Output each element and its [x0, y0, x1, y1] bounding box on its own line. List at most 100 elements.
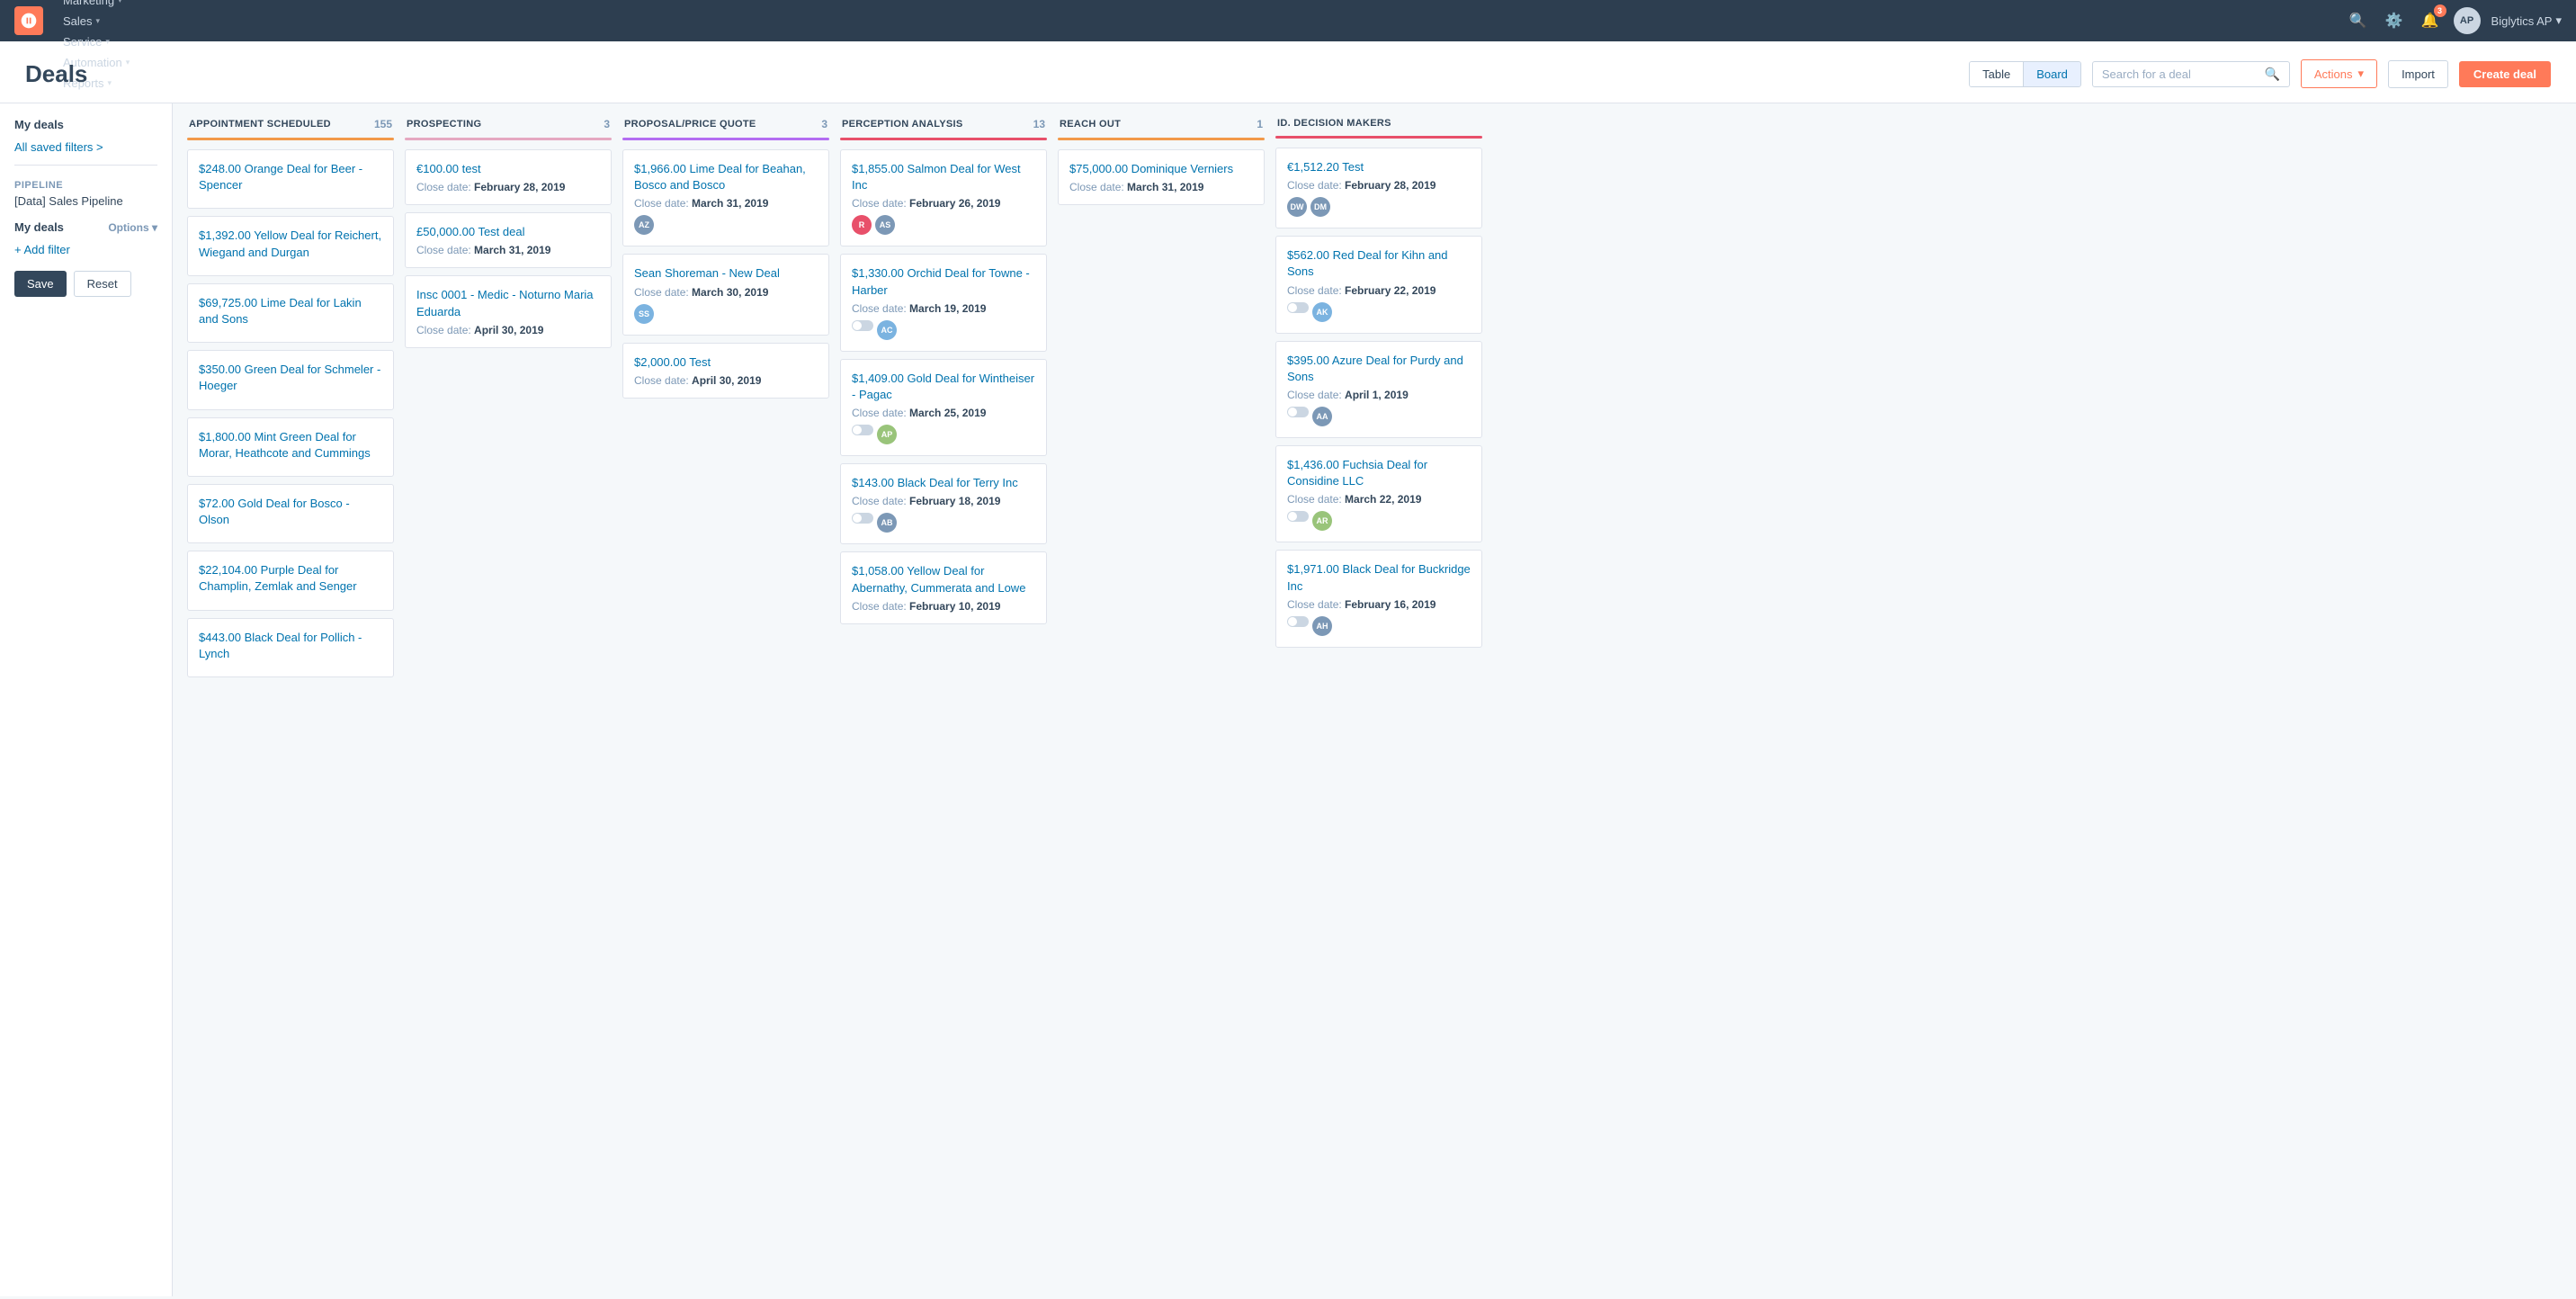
nav-item-sales[interactable]: Sales▾ [54, 11, 155, 31]
deal-name[interactable]: $562.00 Red Deal for Kihn and Sons [1287, 247, 1471, 280]
board-col-appointment-scheduled: APPOINTMENT SCHEDULED 155 $248.00 Orange… [187, 118, 394, 1282]
col-bar [187, 138, 394, 140]
deal-card[interactable]: $75,000.00 Dominique VerniersClose date:… [1058, 149, 1265, 205]
settings-nav-button[interactable]: ⚙️ [2382, 8, 2407, 33]
create-deal-button[interactable]: Create deal [2459, 61, 2551, 87]
deal-name[interactable]: $69,725.00 Lime Deal for Lakin and Sons [199, 295, 382, 327]
deal-name[interactable]: $1,800.00 Mint Green Deal for Morar, Hea… [199, 429, 382, 461]
board-col-id-decision-makers: ID. DECISION MAKERS €1,512.20 TestClose … [1275, 118, 1482, 1282]
deal-avatar: AC [877, 320, 897, 340]
actions-button[interactable]: Actions ▾ [2301, 59, 2377, 88]
deal-card[interactable]: £50,000.00 Test dealClose date: March 31… [405, 212, 612, 268]
sidebar-save-button[interactable]: Save [14, 271, 67, 297]
col-title: PROPOSAL/PRICE QUOTE [624, 119, 756, 130]
search-deal-input[interactable] [2102, 67, 2258, 81]
deal-card[interactable]: $1,855.00 Salmon Deal for West IncClose … [840, 149, 1047, 246]
deal-card[interactable]: $143.00 Black Deal for Terry IncClose da… [840, 463, 1047, 544]
search-nav-button[interactable]: 🔍 [2346, 8, 2371, 33]
board-area: APPOINTMENT SCHEDULED 155 $248.00 Orange… [173, 103, 2576, 1296]
deal-name[interactable]: $143.00 Black Deal for Terry Inc [852, 475, 1035, 491]
deal-name[interactable]: $443.00 Black Deal for Pollich - Lynch [199, 630, 382, 662]
col-count: 13 [1033, 118, 1045, 130]
user-avatar[interactable]: AP [2454, 7, 2481, 34]
deal-card[interactable]: €1,512.20 TestClose date: February 28, 2… [1275, 148, 1482, 228]
nav-right-section: 🔍 ⚙️ 🔔 3 AP Biglytics AP ▾ [2346, 7, 2562, 34]
deal-card[interactable]: $1,436.00 Fuchsia Deal for Considine LLC… [1275, 445, 1482, 542]
deal-card[interactable]: $443.00 Black Deal for Pollich - Lynch [187, 618, 394, 677]
deal-name[interactable]: $1,436.00 Fuchsia Deal for Considine LLC [1287, 457, 1471, 489]
deal-name[interactable]: $2,000.00 Test [634, 354, 818, 371]
deal-name[interactable]: $1,392.00 Yellow Deal for Reichert, Wieg… [199, 228, 382, 260]
table-view-button[interactable]: Table [1970, 62, 2024, 86]
deal-card[interactable]: $395.00 Azure Deal for Purdy and SonsClo… [1275, 341, 1482, 438]
col-count: 1 [1257, 118, 1263, 130]
deal-avatars: AA [1287, 407, 1471, 426]
deal-toggle[interactable] [1287, 407, 1309, 417]
deal-card[interactable]: $1,800.00 Mint Green Deal for Morar, Hea… [187, 417, 394, 477]
deal-name[interactable]: $1,971.00 Black Deal for Buckridge Inc [1287, 561, 1471, 594]
deal-card[interactable]: $69,725.00 Lime Deal for Lakin and Sons [187, 283, 394, 343]
deal-name[interactable]: £50,000.00 Test deal [416, 224, 600, 240]
deal-avatar: AZ [634, 215, 654, 235]
deal-name[interactable]: $1,330.00 Orchid Deal for Towne - Harber [852, 265, 1035, 298]
import-button[interactable]: Import [2388, 60, 2448, 88]
deal-name[interactable]: €1,512.20 Test [1287, 159, 1471, 175]
deal-card[interactable]: $350.00 Green Deal for Schmeler - Hoeger [187, 350, 394, 409]
deal-name[interactable]: Sean Shoreman - New Deal [634, 265, 818, 282]
deal-avatar: DW [1287, 197, 1307, 217]
deal-toggle[interactable] [852, 513, 873, 524]
deal-toggle[interactable] [1287, 616, 1309, 627]
deal-name[interactable]: $22,104.00 Purple Deal for Champlin, Zem… [199, 562, 382, 595]
deal-toggle[interactable] [852, 425, 873, 435]
deal-name[interactable]: $1,409.00 Gold Deal for Wintheiser - Pag… [852, 371, 1035, 403]
all-saved-filters-link[interactable]: All saved filters > [14, 140, 157, 154]
deal-name[interactable]: $1,855.00 Salmon Deal for West Inc [852, 161, 1035, 193]
deal-card[interactable]: $1,058.00 Yellow Deal for Abernathy, Cum… [840, 551, 1047, 623]
deal-name[interactable]: $1,058.00 Yellow Deal for Abernathy, Cum… [852, 563, 1035, 596]
deal-name[interactable]: $72.00 Gold Deal for Bosco - Olson [199, 496, 382, 528]
deal-avatars: SS [634, 304, 818, 324]
deal-name[interactable]: Insc 0001 - Medic - Noturno Maria Eduard… [416, 287, 600, 319]
col-bar [1275, 136, 1482, 139]
deal-card[interactable]: $1,971.00 Black Deal for Buckridge IncCl… [1275, 550, 1482, 647]
deal-card[interactable]: Insc 0001 - Medic - Noturno Maria Eduard… [405, 275, 612, 347]
my-deals-label: My deals Options ▾ [14, 220, 157, 234]
deal-card[interactable]: $1,409.00 Gold Deal for Wintheiser - Pag… [840, 359, 1047, 456]
board-view-button[interactable]: Board [2024, 62, 2080, 86]
deal-card[interactable]: $248.00 Orange Deal for Beer - Spencer [187, 149, 394, 209]
col-cards: $1,966.00 Lime Deal for Beahan, Bosco an… [622, 149, 829, 1282]
options-link[interactable]: Options ▾ [108, 221, 157, 234]
deal-card[interactable]: $1,966.00 Lime Deal for Beahan, Bosco an… [622, 149, 829, 246]
deal-card[interactable]: $1,392.00 Yellow Deal for Reichert, Wieg… [187, 216, 394, 275]
sidebar-reset-button[interactable]: Reset [74, 271, 131, 297]
nav-item-service[interactable]: Service▾ [54, 31, 155, 52]
deal-card[interactable]: $22,104.00 Purple Deal for Champlin, Zem… [187, 551, 394, 610]
deal-name[interactable]: $248.00 Orange Deal for Beer - Spencer [199, 161, 382, 193]
hubspot-logo[interactable] [14, 6, 43, 35]
deal-card[interactable]: $562.00 Red Deal for Kihn and SonsClose … [1275, 236, 1482, 333]
deal-avatar: AP [877, 425, 897, 444]
deal-name[interactable]: $395.00 Azure Deal for Purdy and Sons [1287, 353, 1471, 385]
deal-name[interactable]: $75,000.00 Dominique Verniers [1069, 161, 1253, 177]
board-col-reach-out: REACH OUT 1 $75,000.00 Dominique Vernier… [1058, 118, 1265, 1282]
col-cards: $248.00 Orange Deal for Beer - Spencer $1… [187, 149, 394, 1282]
deal-name[interactable]: €100.00 test [416, 161, 600, 177]
deal-name[interactable]: $350.00 Green Deal for Schmeler - Hoeger [199, 362, 382, 394]
deal-toggle[interactable] [1287, 511, 1309, 522]
add-filter-link[interactable]: + Add filter [14, 243, 157, 256]
deal-card[interactable]: $1,330.00 Orchid Deal for Towne - Harber… [840, 254, 1047, 351]
deal-card[interactable]: $2,000.00 TestClose date: April 30, 2019 [622, 343, 829, 399]
deal-toggle[interactable] [1287, 302, 1309, 313]
user-menu[interactable]: Biglytics AP ▾ [2491, 13, 2562, 28]
deal-date: Close date: March 30, 2019 [634, 286, 818, 299]
deal-date: Close date: February 28, 2019 [416, 181, 600, 193]
col-count: 3 [604, 118, 610, 130]
col-count: 3 [821, 118, 827, 130]
deal-card[interactable]: $72.00 Gold Deal for Bosco - Olson [187, 484, 394, 543]
deal-card[interactable]: €100.00 test Close date: February 28, 201… [405, 149, 612, 205]
deal-card[interactable]: Sean Shoreman - New Deal Close date: Marc… [622, 254, 829, 335]
nav-item-marketing[interactable]: Marketing▾ [54, 0, 155, 11]
deal-name[interactable]: $1,966.00 Lime Deal for Beahan, Bosco an… [634, 161, 818, 193]
col-cards: €100.00 test Close date: February 28, 201… [405, 149, 612, 1282]
deal-toggle[interactable] [852, 320, 873, 331]
